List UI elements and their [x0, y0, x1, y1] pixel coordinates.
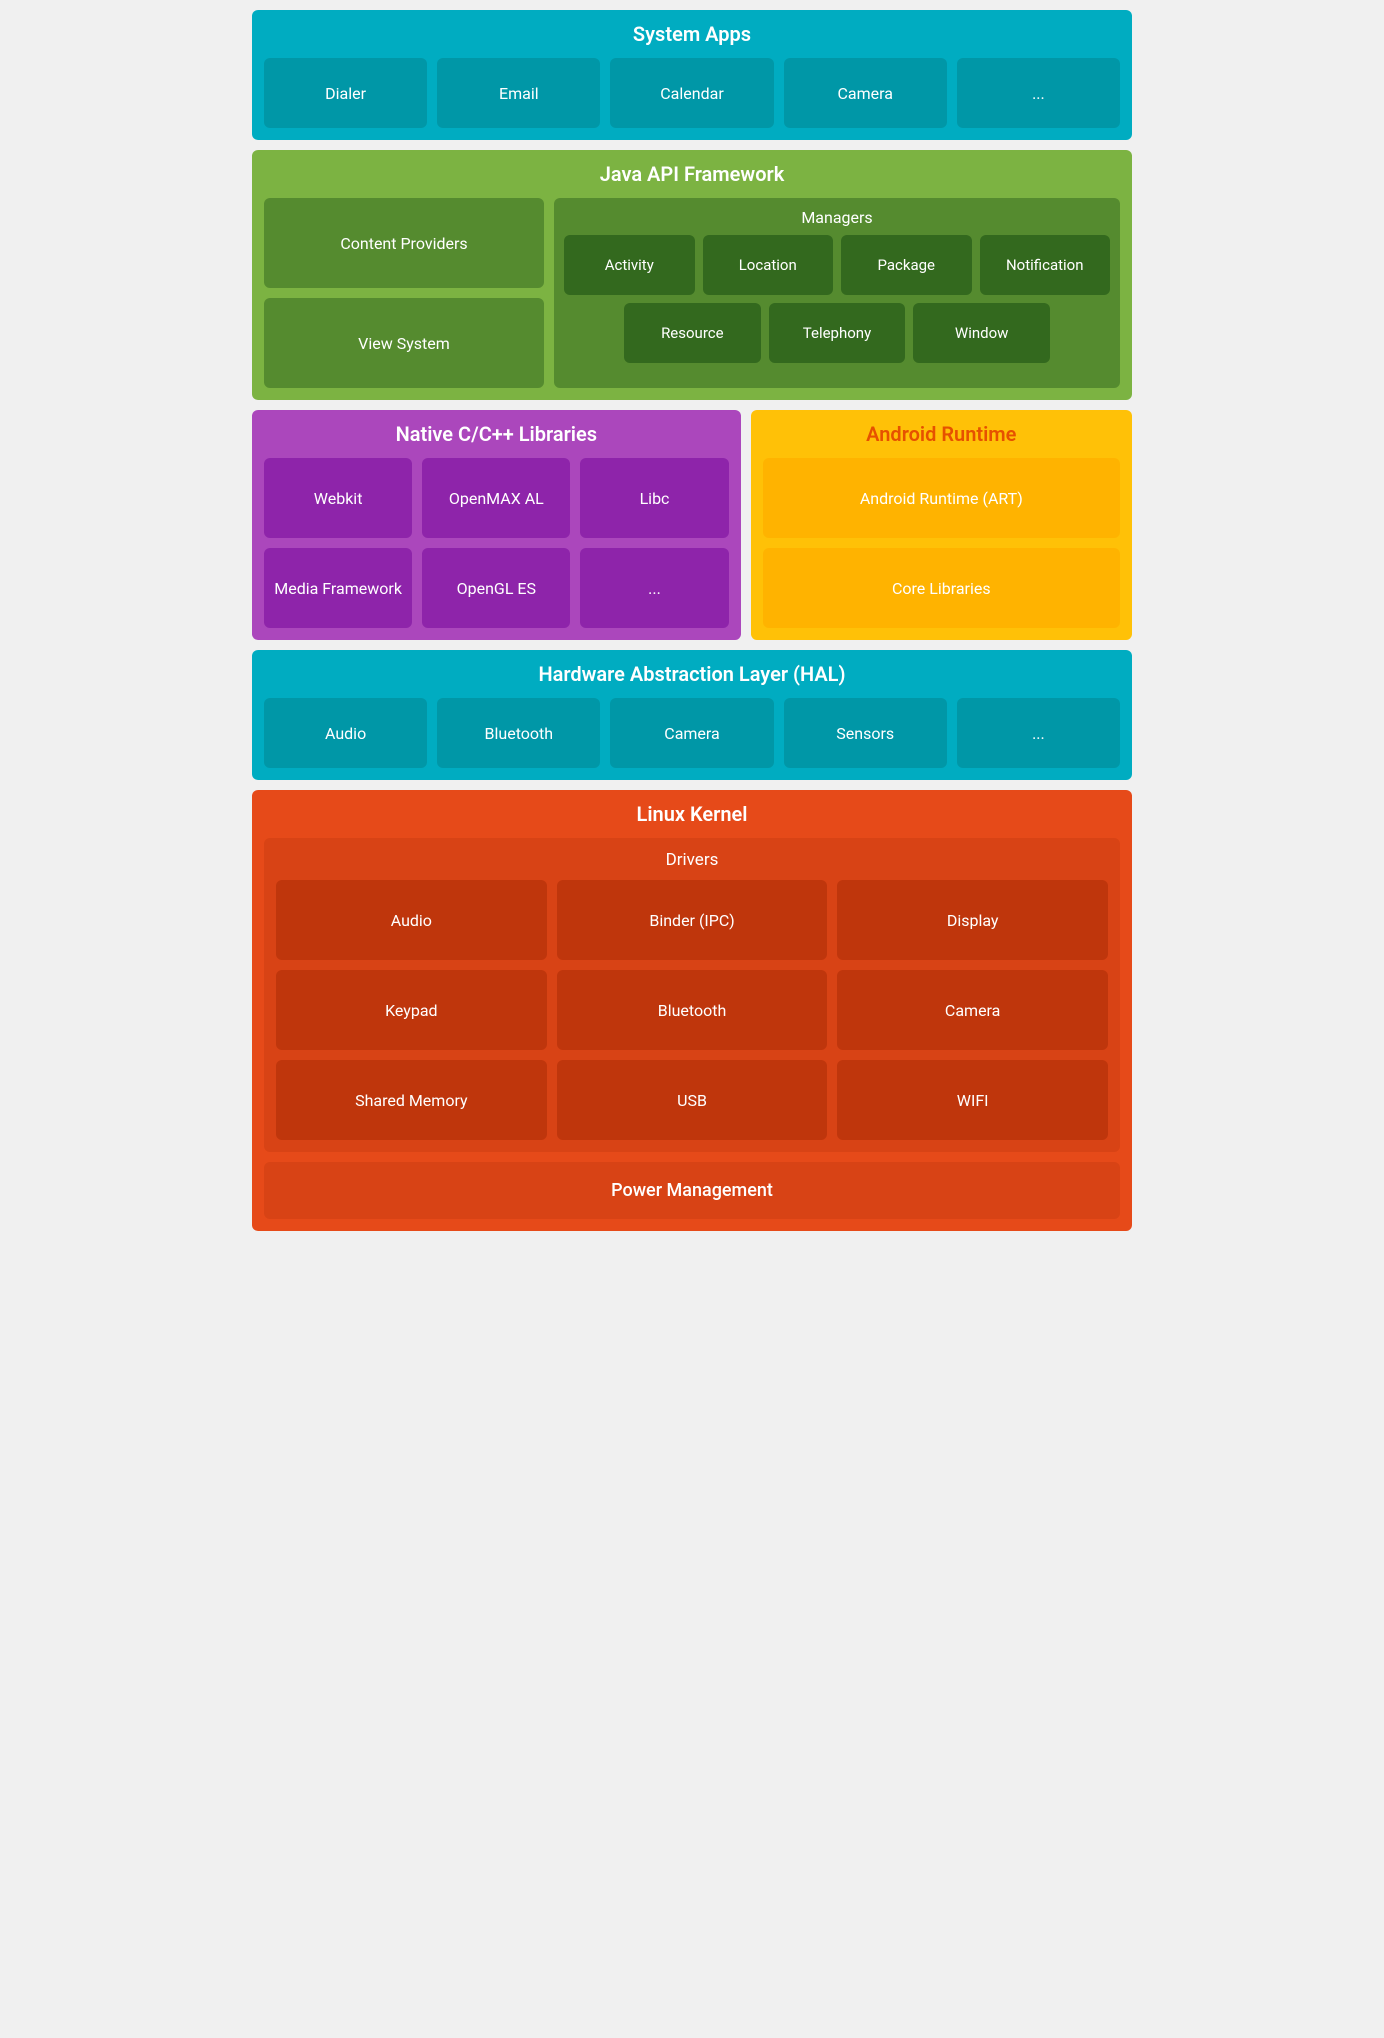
hal-layer: Hardware Abstraction Layer (HAL) AudioBl…: [252, 650, 1132, 780]
hal-title: Hardware Abstraction Layer (HAL): [264, 662, 1120, 686]
native-libs-title: Native C/C++ Libraries: [264, 422, 729, 446]
android-runtime-title: Android Runtime: [763, 422, 1120, 446]
driver-card: Binder (IPC): [557, 880, 828, 960]
middle-row: Native C/C++ Libraries WebkitOpenMAX ALL…: [252, 410, 1132, 640]
managers-row2: ResourceTelephonyWindow: [564, 303, 1110, 363]
system-apps-title: System Apps: [264, 22, 1120, 46]
manager-card: Package: [841, 235, 972, 295]
native-lib-card: Libc: [580, 458, 728, 538]
system-app-card: ...: [957, 58, 1120, 128]
manager-card: Notification: [980, 235, 1111, 295]
driver-card: Display: [837, 880, 1108, 960]
java-api-inner: Content Providers View System Managers Ac…: [264, 198, 1120, 388]
hal-cards: AudioBluetoothCameraSensors...: [264, 698, 1120, 768]
driver-card: Camera: [837, 970, 1108, 1050]
linux-kernel-title: Linux Kernel: [264, 802, 1120, 826]
drivers-section: Drivers AudioBinder (IPC)Display KeypadBl…: [264, 838, 1120, 1152]
java-api-layer: Java API Framework Content Providers View…: [252, 150, 1132, 400]
drivers-grid: AudioBinder (IPC)Display KeypadBluetoothC…: [276, 880, 1108, 1140]
driver-card: Bluetooth: [557, 970, 828, 1050]
native-libs-grid: WebkitOpenMAX ALLibc Media FrameworkOpenG…: [264, 458, 729, 628]
driver-card: Audio: [276, 880, 547, 960]
manager-card: Window: [913, 303, 1050, 363]
system-app-card: Email: [437, 58, 600, 128]
java-api-left-card: View System: [264, 298, 544, 388]
java-api-title: Java API Framework: [264, 162, 1120, 186]
system-app-card: Camera: [784, 58, 947, 128]
manager-card: Activity: [564, 235, 695, 295]
manager-card: Location: [703, 235, 834, 295]
driver-card: USB: [557, 1060, 828, 1140]
linux-kernel-layer: Linux Kernel Drivers AudioBinder (IPC)Di…: [252, 790, 1132, 1231]
manager-card: Resource: [624, 303, 761, 363]
java-api-left-card: Content Providers: [264, 198, 544, 288]
system-app-card: Dialer: [264, 58, 427, 128]
driver-card: Keypad: [276, 970, 547, 1050]
java-api-managers: Managers ActivityLocationPackageNotifica…: [554, 198, 1120, 388]
android-runtime-layer: Android Runtime Android Runtime (ART) Cor…: [751, 410, 1132, 640]
native-lib-card: OpenMAX AL: [422, 458, 570, 538]
native-lib-card: ...: [580, 548, 728, 628]
native-lib-card: Media Framework: [264, 548, 412, 628]
system-apps-cards: DialerEmailCalendarCamera...: [264, 58, 1120, 128]
managers-row1: ActivityLocationPackageNotification: [564, 235, 1110, 295]
manager-card: Telephony: [769, 303, 906, 363]
power-management: Power Management: [264, 1162, 1120, 1219]
hal-card: Sensors: [784, 698, 947, 768]
hal-card: Camera: [610, 698, 773, 768]
hal-card: Bluetooth: [437, 698, 600, 768]
drivers-title: Drivers: [276, 850, 1108, 870]
system-app-card: Calendar: [610, 58, 773, 128]
native-lib-card: Webkit: [264, 458, 412, 538]
driver-card: WIFI: [837, 1060, 1108, 1140]
managers-title: Managers: [564, 208, 1110, 227]
native-libs-layer: Native C/C++ Libraries WebkitOpenMAX ALL…: [252, 410, 741, 640]
java-api-left: Content Providers View System: [264, 198, 544, 388]
hal-card: ...: [957, 698, 1120, 768]
native-lib-card: OpenGL ES: [422, 548, 570, 628]
android-runtime-card: Core Libraries: [763, 548, 1120, 628]
hal-card: Audio: [264, 698, 427, 768]
system-apps-layer: System Apps DialerEmailCalendarCamera...: [252, 10, 1132, 140]
android-runtime-card: Android Runtime (ART): [763, 458, 1120, 538]
driver-card: Shared Memory: [276, 1060, 547, 1140]
